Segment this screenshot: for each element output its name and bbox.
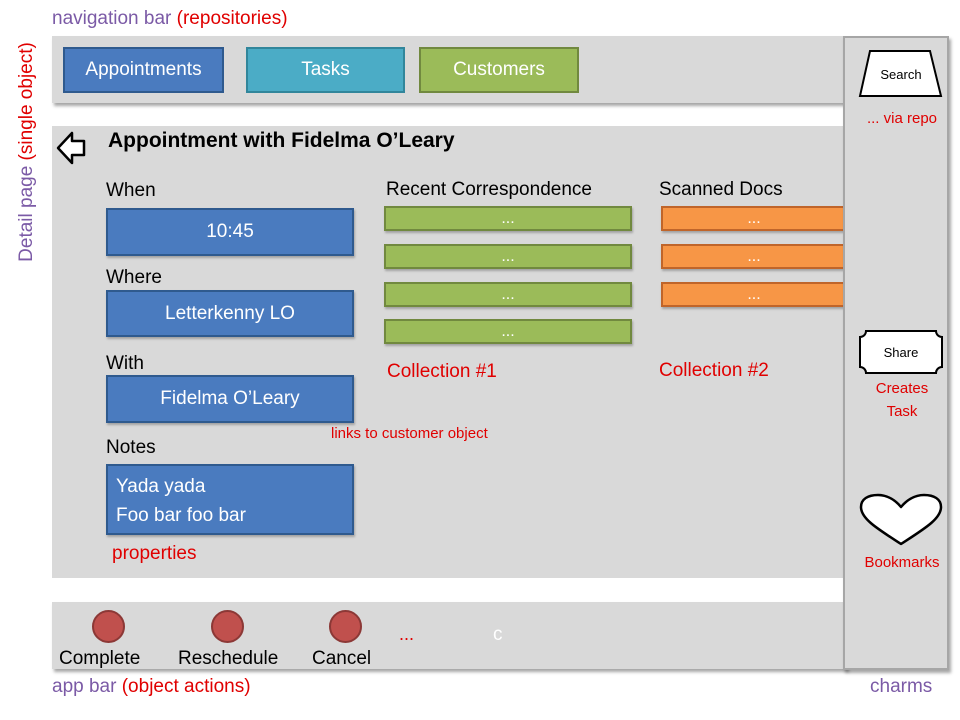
- cancel-action-label[interactable]: Cancel: [312, 648, 371, 670]
- complete-action-icon[interactable]: [92, 610, 125, 643]
- app-bar-caption: app bar (object actions): [52, 676, 251, 698]
- bookmarks-charm-annotation: Bookmarks: [864, 554, 940, 571]
- with-label: With: [106, 353, 144, 374]
- nav-tile-customers[interactable]: Customers: [419, 47, 579, 93]
- extra-glyph: c: [493, 624, 503, 645]
- reschedule-action-label[interactable]: Reschedule: [178, 648, 278, 670]
- cancel-action-icon[interactable]: [329, 610, 362, 643]
- nav-tile-appointments[interactable]: Appointments: [63, 47, 224, 93]
- charms-caption: charms: [870, 676, 933, 697]
- recent-correspondence-item[interactable]: ...: [384, 206, 632, 231]
- back-arrow-icon[interactable]: [56, 130, 86, 166]
- notes-box[interactable]: Yada yada Foo bar foo bar: [106, 464, 354, 535]
- reschedule-action-icon[interactable]: [211, 610, 244, 643]
- collection-2-annotation: Collection #2: [659, 360, 769, 381]
- caption-annotation: (repositories): [176, 8, 288, 29]
- more-actions-ellipsis[interactable]: ...: [399, 624, 414, 645]
- navigation-bar-caption: navigation bar (repositories): [52, 8, 288, 30]
- app-bar: [52, 602, 847, 669]
- caption-annotation: (single object): [16, 42, 37, 161]
- when-value-box[interactable]: 10:45: [106, 208, 354, 256]
- caption-annotation: (object actions): [121, 676, 251, 697]
- caption-text: Detail page: [16, 165, 37, 262]
- scanned-docs-item[interactable]: ...: [661, 282, 847, 307]
- where-value-box[interactable]: Letterkenny LO: [106, 290, 354, 337]
- recent-correspondence-item[interactable]: ...: [384, 244, 632, 269]
- heart-icon[interactable]: [858, 493, 944, 547]
- share-charm-annotation-line1: Creates: [875, 380, 929, 397]
- share-charm-annotation-line2: Task: [886, 403, 918, 420]
- caption-text: app bar: [52, 676, 117, 697]
- scanned-docs-header: Scanned Docs: [659, 179, 783, 200]
- where-label: Where: [106, 267, 162, 288]
- properties-annotation: properties: [112, 543, 197, 564]
- when-label: When: [106, 180, 156, 201]
- recent-correspondence-header: Recent Correspondence: [386, 179, 592, 200]
- notes-line: Foo bar foo bar: [116, 505, 246, 526]
- page-title: Appointment with Fidelma O’Leary: [108, 129, 455, 152]
- complete-action-label[interactable]: Complete: [59, 648, 140, 670]
- scanned-docs-item[interactable]: ...: [661, 244, 847, 269]
- caption-text: navigation bar: [52, 8, 172, 29]
- recent-correspondence-item[interactable]: ...: [384, 319, 632, 344]
- notes-label: Notes: [106, 437, 156, 458]
- search-charm-label[interactable]: Search: [858, 67, 944, 82]
- recent-correspondence-item[interactable]: ...: [384, 282, 632, 307]
- detail-page-caption: Detail page (single object): [16, 42, 38, 262]
- notes-line: Yada yada: [116, 476, 206, 497]
- with-value-box[interactable]: Fidelma O’Leary: [106, 375, 354, 423]
- scanned-docs-item[interactable]: ...: [661, 206, 847, 231]
- search-charm-annotation: ... via repo: [866, 110, 938, 127]
- nav-tile-tasks[interactable]: Tasks: [246, 47, 405, 93]
- share-charm-label[interactable]: Share: [858, 345, 944, 360]
- with-annotation: links to customer object: [331, 425, 488, 442]
- collection-1-annotation: Collection #1: [387, 361, 497, 382]
